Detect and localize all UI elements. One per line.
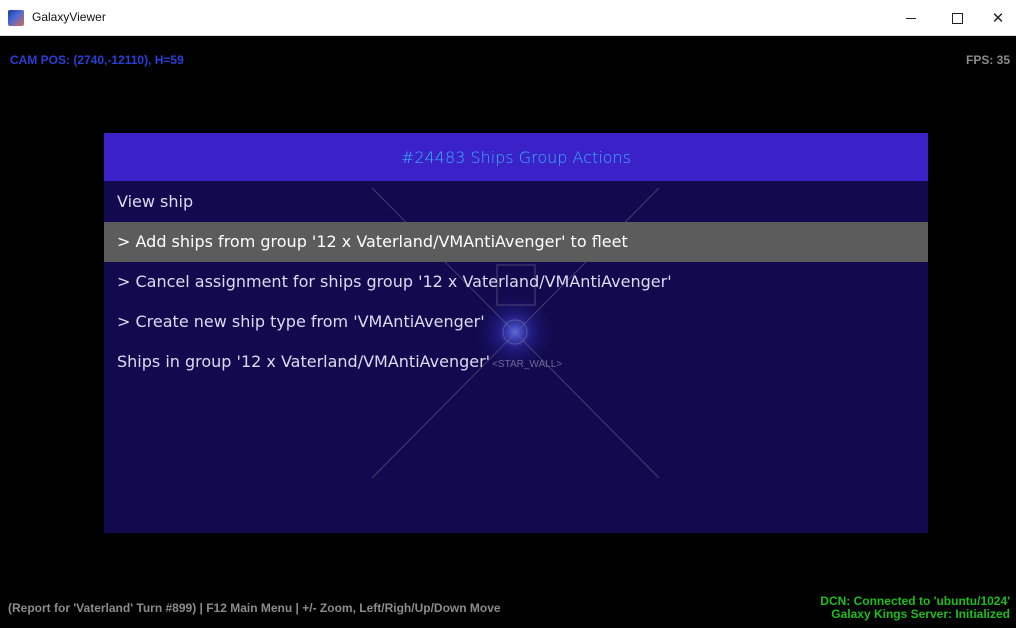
menu-item-label: > Add ships from group '12 x Vaterland/V…: [117, 232, 628, 251]
menu-item-label: > Cancel assignment for ships group '12 …: [117, 272, 672, 291]
menu-item-create-ship-type[interactable]: > Create new ship type from 'VMAntiAveng…: [104, 302, 928, 342]
maximize-button[interactable]: [934, 0, 980, 36]
galaxy-app-icon: [8, 10, 24, 26]
actions-menu: View ship > Add ships from group '12 x V…: [104, 182, 928, 382]
menu-item-add-to-fleet[interactable]: > Add ships from group '12 x Vaterland/V…: [104, 222, 928, 262]
menu-item-label: Ships in group '12 x Vaterland/VMAntiAve…: [117, 352, 491, 371]
window-title: GalaxyViewer: [32, 10, 106, 24]
close-button[interactable]: ✕: [980, 0, 1016, 36]
close-icon: ✕: [991, 10, 1005, 27]
connection-status: DCN: Connected to 'ubuntu/1024' Galaxy K…: [820, 595, 1010, 621]
maximize-icon: [951, 12, 963, 24]
star-name-label: <STAR_WALL>: [492, 359, 563, 370]
minimize-icon: [906, 17, 916, 19]
menu-item-cancel-assignment[interactable]: > Cancel assignment for ships group '12 …: [104, 262, 928, 302]
window-titlebar: GalaxyViewer ✕: [0, 0, 1016, 36]
camera-position-readout: CAM POS: (2740,-12110), H=59: [10, 53, 184, 67]
server-status: Galaxy Kings Server: Initialized: [831, 607, 1010, 621]
dialog-title: #24483 Ships Group Actions: [401, 147, 631, 167]
menu-item-view-ship[interactable]: View ship: [104, 182, 928, 222]
ships-group-actions-dialog: #24483 Ships Group Actions View ship > A…: [104, 133, 928, 533]
status-bar-help: (Report for 'Vaterland' Turn #899) | F12…: [8, 601, 501, 615]
menu-item-label: > Create new ship type from 'VMAntiAveng…: [117, 312, 485, 331]
menu-item-label: View ship: [117, 192, 194, 211]
galaxy-viewport[interactable]: CAM POS: (2740,-12110), H=59 FPS: 35 #24…: [0, 36, 1016, 628]
menu-item-ships-in-group[interactable]: Ships in group '12 x Vaterland/VMAntiAve…: [104, 342, 928, 382]
dialog-header: #24483 Ships Group Actions: [104, 133, 928, 181]
fps-counter: FPS: 35: [965, 53, 1010, 67]
minimize-button[interactable]: [888, 0, 934, 36]
